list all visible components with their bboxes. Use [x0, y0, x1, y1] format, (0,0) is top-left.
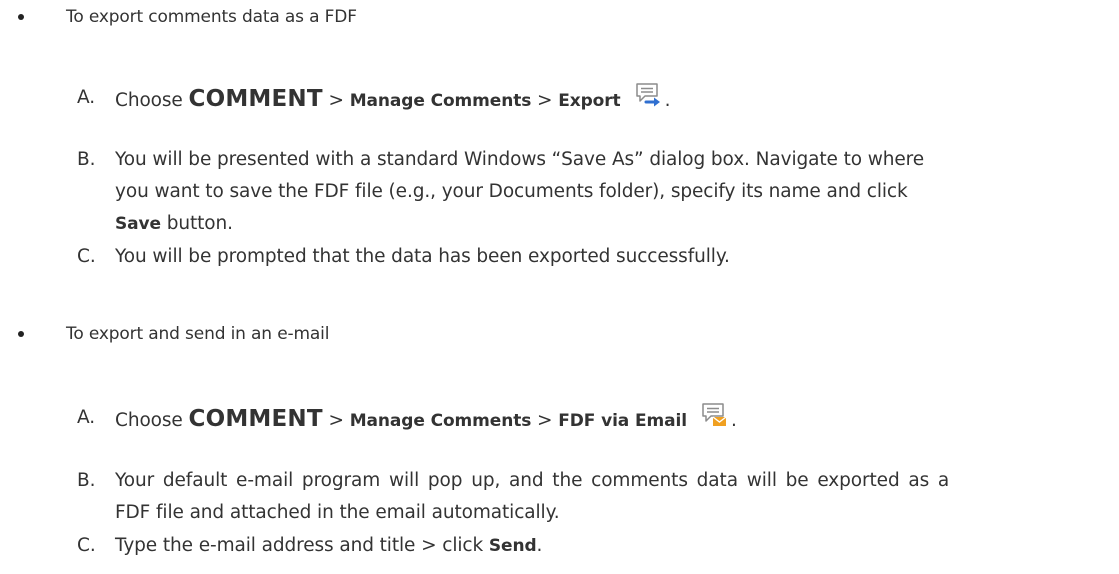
manage-comments-label: Manage Comments — [349, 91, 532, 111]
comment-tab-label: COMMENT — [188, 86, 323, 112]
comment-tab-label: COMMENT — [188, 406, 323, 432]
separator: > — [537, 410, 553, 431]
step-letter: C. — [77, 246, 96, 267]
step-c-email: C. Type the e-mail address and title > c… — [77, 530, 1107, 562]
step-text: Type the e-mail address and title > clic… — [115, 535, 484, 556]
export-command-label: Export — [558, 91, 621, 111]
step-a-email: A. Choose COMMENT > Manage Comments > FD… — [77, 402, 1107, 439]
step-text: button. — [166, 213, 233, 234]
step-text-line: FDF file and attached in the email autom… — [115, 502, 560, 523]
fdf-via-email-command-label: FDF via Email — [558, 411, 687, 431]
step-text-line: you want to save the FDF file (e.g., you… — [115, 181, 908, 202]
step-letter: A. — [77, 87, 96, 108]
manage-comments-label: Manage Comments — [349, 411, 532, 431]
step-letter: B. — [77, 470, 96, 491]
separator: > — [537, 90, 553, 111]
step-letter: A. — [77, 407, 96, 428]
export-comments-icon — [635, 82, 663, 119]
save-label: Save — [115, 214, 161, 234]
step-a-export: A. Choose COMMENT > Manage Comments > Ex… — [77, 82, 1107, 119]
step-b-export: B. You will be presented with a standard… — [77, 144, 1107, 240]
step-letter: B. — [77, 149, 96, 170]
bullet-text: To export comments data as a FDF — [66, 7, 357, 27]
step-b-email: B. Your default e-mail program will pop … — [77, 465, 1107, 529]
step-end: . — [730, 410, 737, 431]
step-text-line: You will be presented with a standard Wi… — [115, 149, 925, 170]
step-text: You will be prompted that the data has b… — [115, 246, 730, 267]
separator: > — [328, 90, 345, 111]
step-c-export: C. You will be prompted that the data ha… — [77, 241, 1107, 273]
step-text-line: Your default e-mail program will pop up,… — [115, 470, 950, 491]
step-text: Choose — [115, 90, 183, 111]
send-label: Send — [488, 536, 537, 556]
bullet-text: To export and send in an e-mail — [66, 324, 330, 344]
bullet-dot — [18, 331, 24, 337]
fdf-via-email-icon — [701, 402, 729, 439]
step-end: . — [536, 535, 543, 556]
bullet-dot — [18, 14, 24, 20]
document-page: To export comments data as a FDF A. Choo… — [0, 0, 1119, 574]
step-text: Choose — [115, 410, 183, 431]
step-letter: C. — [77, 535, 96, 556]
separator: > — [328, 410, 345, 431]
step-end: . — [664, 90, 671, 111]
